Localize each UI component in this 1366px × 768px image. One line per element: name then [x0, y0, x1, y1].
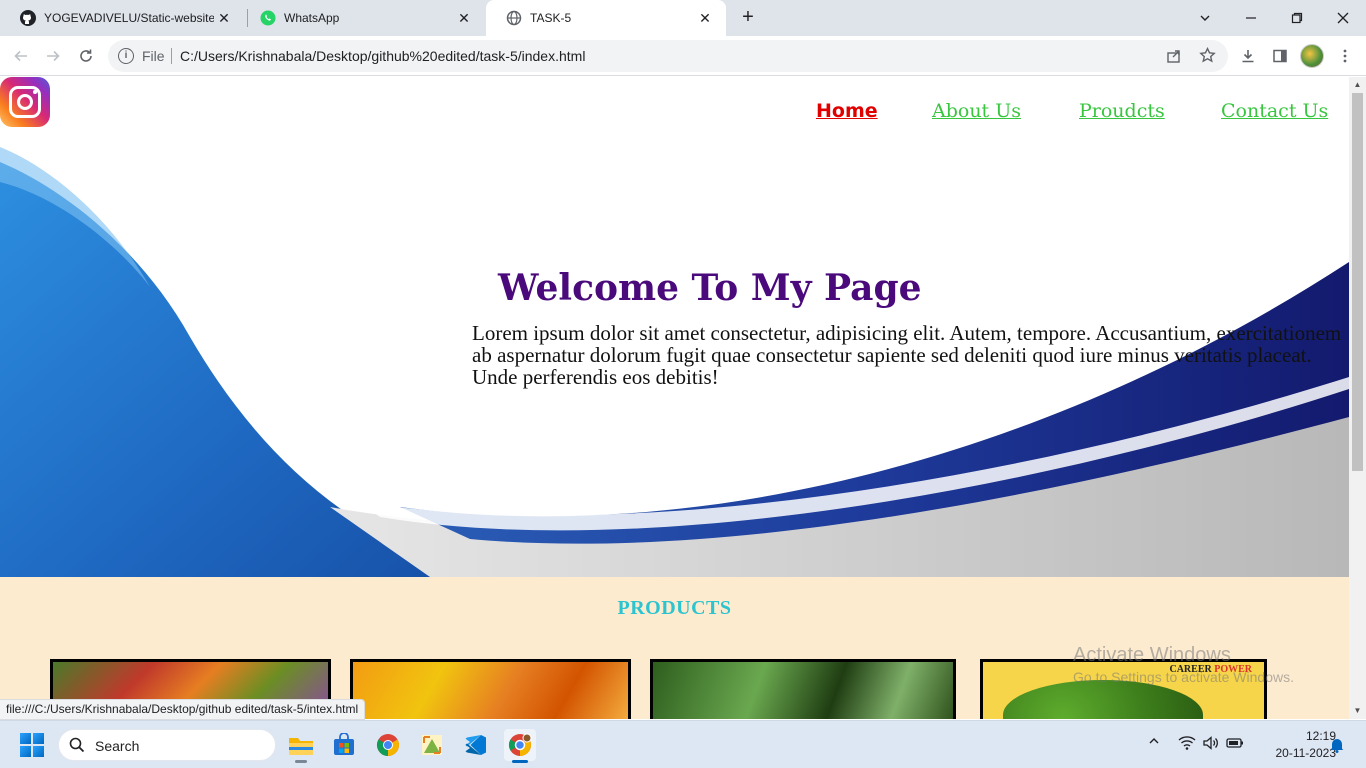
- tab-title: YOGEVADIVELU/Static-website-c: [44, 11, 214, 25]
- file-explorer-icon[interactable]: [285, 729, 317, 763]
- tab-title: TASK-5: [530, 11, 572, 25]
- reload-icon[interactable]: [73, 43, 99, 69]
- address-divider: [171, 48, 172, 64]
- scroll-down-arrow-icon[interactable]: ▼: [1352, 705, 1363, 717]
- activate-windows-title: Activate Windows: [1073, 644, 1231, 666]
- page-viewport: Home About Us Proudcts Contact Us Welcom…: [0, 77, 1349, 719]
- bookmark-star-icon[interactable]: [1199, 46, 1216, 69]
- chrome-icon[interactable]: [372, 729, 404, 761]
- scheme-label: File: [142, 48, 165, 64]
- photo-tool-icon[interactable]: [416, 729, 448, 761]
- more-menu-icon[interactable]: [1332, 43, 1358, 69]
- forward-arrow-icon[interactable]: [40, 43, 66, 69]
- tab-search-chevron-icon[interactable]: [1191, 4, 1219, 32]
- windows-start-icon[interactable]: [20, 733, 44, 757]
- download-icon[interactable]: [1235, 43, 1261, 69]
- whatsapp-icon: [260, 10, 276, 26]
- close-icon[interactable]: ✕: [215, 9, 233, 27]
- close-icon[interactable]: ✕: [455, 9, 473, 27]
- hero-text: Lorem ipsum dolor sit amet consectetur, …: [472, 321, 1342, 389]
- product-image-leafy-vegetables[interactable]: CAREER POWER: [980, 659, 1267, 719]
- product-image-greens[interactable]: [650, 659, 956, 719]
- tab-task-5[interactable]: TASK-5 ✕: [486, 0, 726, 36]
- close-window-icon[interactable]: [1329, 4, 1357, 32]
- scroll-thumb[interactable]: [1352, 93, 1363, 471]
- search-icon: [69, 737, 85, 753]
- url-text[interactable]: C:/Users/Krishnabala/Desktop/github%20ed…: [180, 48, 585, 64]
- github-icon: [20, 10, 36, 26]
- minimize-icon[interactable]: [1237, 4, 1265, 32]
- vscode-icon[interactable]: [460, 729, 492, 761]
- tray-overflow-chevron-icon[interactable]: [1148, 735, 1160, 750]
- info-icon[interactable]: i: [118, 48, 134, 64]
- search-placeholder: Search: [95, 738, 140, 754]
- activate-windows-subtitle: Go to Settings to activate Windows.: [1073, 669, 1294, 685]
- globe-icon: [506, 10, 522, 26]
- nav-products-link[interactable]: Proudcts: [1079, 100, 1165, 122]
- instagram-logo-icon[interactable]: [0, 77, 50, 127]
- hero-section: Home About Us Proudcts Contact Us Welcom…: [0, 77, 1349, 577]
- profile-avatar[interactable]: [1300, 44, 1324, 68]
- microsoft-store-icon[interactable]: [328, 729, 360, 761]
- link-status-bubble: file:///C:/Users/Krishnabala/Desktop/git…: [0, 699, 366, 720]
- new-tab-button[interactable]: +: [736, 6, 760, 30]
- browser-toolbar: i File C:/Users/Krishnabala/Desktop/gith…: [0, 36, 1366, 76]
- side-panel-icon[interactable]: [1267, 43, 1293, 69]
- tab-github[interactable]: YOGEVADIVELU/Static-website-c ✕: [0, 0, 245, 36]
- page-scrollbar[interactable]: ▲ ▼: [1349, 77, 1366, 719]
- windows-taskbar: Search 12:19 20-11-2023: [0, 720, 1366, 768]
- products-heading: PRODUCTS: [617, 597, 732, 619]
- nav-about-link[interactable]: About Us: [932, 100, 1021, 122]
- chrome-profile-icon[interactable]: [504, 729, 536, 763]
- nav-contact-link[interactable]: Contact Us: [1221, 100, 1328, 122]
- taskbar-search-box[interactable]: Search: [58, 729, 276, 761]
- tab-whatsapp[interactable]: WhatsApp ✕: [240, 0, 485, 36]
- scroll-up-arrow-icon[interactable]: ▲: [1352, 79, 1363, 91]
- nav-home-link[interactable]: Home: [816, 100, 878, 122]
- close-icon[interactable]: ✕: [696, 9, 714, 27]
- restore-icon[interactable]: [1283, 4, 1311, 32]
- notification-bell-icon[interactable]: [1330, 737, 1346, 753]
- product-image-fruits[interactable]: [350, 659, 631, 719]
- clock-date[interactable]: 20-11-2023: [1258, 746, 1337, 760]
- leafy-vegetable-graphic: [1003, 680, 1203, 719]
- wifi-icon[interactable]: [1178, 735, 1196, 753]
- tab-title: WhatsApp: [284, 11, 340, 25]
- address-bar[interactable]: i File C:/Users/Krishnabala/Desktop/gith…: [108, 40, 1228, 72]
- volume-icon[interactable]: [1202, 735, 1220, 753]
- share-icon[interactable]: [1166, 48, 1182, 69]
- hero-title: Welcome To My Page: [498, 267, 922, 309]
- browser-tab-strip: YOGEVADIVELU/Static-website-c ✕ WhatsApp…: [0, 0, 1366, 36]
- battery-icon[interactable]: [1226, 735, 1244, 753]
- back-arrow-icon[interactable]: [8, 43, 34, 69]
